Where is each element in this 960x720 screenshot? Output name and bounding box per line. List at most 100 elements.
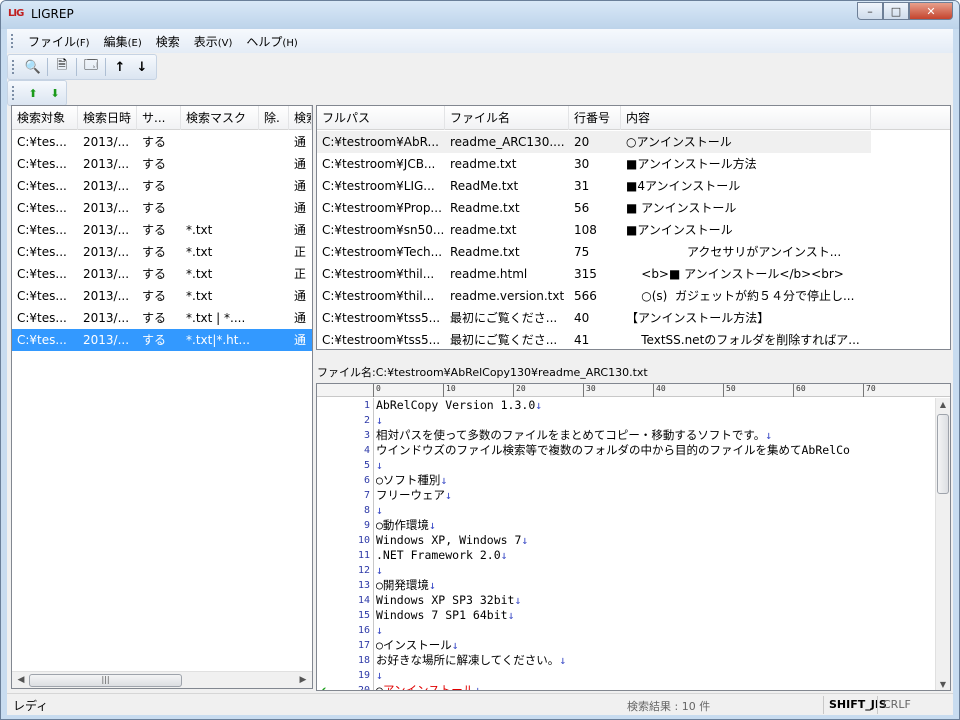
encoding-indicator[interactable]: SHIFT_JIS — [829, 698, 887, 711]
title-bar[interactable]: LIG LIGREP – □ ✕ — [1, 1, 959, 29]
menu-file[interactable]: ファイル(F) — [21, 33, 97, 50]
scroll-thumb[interactable]: ||| — [29, 674, 182, 687]
line-break-icon: ↓ — [445, 488, 452, 502]
text-line[interactable]: ↓ — [374, 413, 936, 428]
close-button[interactable]: ✕ — [909, 2, 953, 20]
settings-button[interactable]: 🗔 — [80, 57, 102, 77]
scroll-left-icon[interactable]: ◀ — [14, 674, 28, 687]
text-line[interactable]: フリーウェア↓ — [374, 488, 936, 503]
next-result-button[interactable]: ⬇ — [44, 83, 66, 103]
text-line[interactable]: ○動作環境↓ — [374, 518, 936, 533]
editor-vertical-scrollbar[interactable]: ▲ ▼ — [935, 398, 950, 690]
menu-search[interactable]: 検索 — [149, 33, 187, 50]
menu-view[interactable]: 表示(V) — [187, 33, 240, 50]
toolbar-grip-icon[interactable] — [12, 60, 16, 74]
text-line[interactable]: お好きな場所に解凍してください。↓ — [374, 653, 936, 668]
text-line[interactable]: ○インストール↓ — [374, 638, 936, 653]
line-ending-indicator[interactable]: CRLF — [883, 698, 911, 711]
history-row[interactable]: C:¥tes... 2013/... する *.txt 通 — [12, 219, 312, 241]
history-row[interactable]: C:¥tes... 2013/... する 通 — [12, 153, 312, 175]
column-header-line[interactable]: 行番号 — [569, 106, 621, 130]
result-row[interactable]: C:¥testroom¥thil... readme.version.txt 566… — [317, 285, 871, 307]
result-cell: ○アンインストール — [626, 135, 732, 149]
menu-edit[interactable]: 編集(E) — [97, 33, 149, 50]
scroll-thumb[interactable] — [937, 414, 949, 494]
prev-result-button[interactable]: ⬆ — [22, 83, 44, 103]
column-header-subfolder[interactable]: サ... — [137, 106, 181, 130]
result-row[interactable]: C:¥testroom¥Prop... Readme.txt 56 ■ アンインストー… — [317, 197, 871, 219]
file-preview-editor[interactable]: 0 10 20 30 40 50 60 70 1 2 3 4 5 6 7 8 9 10 11 12 13… — [316, 383, 951, 691]
text-line[interactable]: ↓ — [374, 668, 936, 683]
column-header-exclude[interactable]: 除. — [259, 106, 289, 130]
result-row[interactable]: C:¥testroom¥Tech... Readme.txt 75 アクセサリがアン… — [317, 241, 871, 263]
history-horizontal-scrollbar[interactable]: ◀ ||| ▶ — [12, 671, 312, 688]
result-cell: ReadMe.txt — [450, 179, 519, 193]
history-row[interactable]: C:¥tes... 2013/... する 通 — [12, 131, 312, 153]
text-line[interactable]: ○開発環境↓ — [374, 578, 936, 593]
text-line[interactable]: .NET Framework 2.0↓ — [374, 548, 936, 563]
result-cell: 31 — [574, 179, 590, 193]
line-number: 18 — [317, 653, 373, 668]
text-line[interactable]: ○アンインストール↓ — [374, 683, 936, 690]
text-line[interactable]: ↓ — [374, 563, 936, 578]
history-cell: *.txt | *.... — [186, 311, 246, 325]
maximize-button[interactable]: □ — [883, 2, 909, 20]
history-row[interactable]: C:¥tes... 2013/... する *.txt 正 — [12, 241, 312, 263]
column-header-target[interactable]: 検索対象 — [12, 106, 78, 130]
text-line[interactable]: ↓ — [374, 503, 936, 518]
scroll-up-icon[interactable]: ▲ — [936, 398, 950, 412]
result-row[interactable]: C:¥testroom¥LIG... ReadMe.txt 31 ■4アンインストール — [317, 175, 871, 197]
line-number: 17 — [317, 638, 373, 653]
text-line[interactable]: Windows 7 SP1 64bit↓ — [374, 608, 936, 623]
history-row[interactable]: C:¥tes... 2013/... する *.txt 正 — [12, 263, 312, 285]
text-line[interactable]: ↓ — [374, 623, 936, 638]
menu-help[interactable]: ヘルプ(H) — [239, 33, 304, 50]
scroll-right-icon[interactable]: ▶ — [296, 674, 310, 687]
history-row[interactable]: C:¥tes... 2013/... する *.txt | *.... 通 — [12, 307, 312, 329]
column-header-content[interactable]: 内容 — [621, 106, 871, 130]
column-header-mask[interactable]: 検索マスク — [181, 106, 259, 130]
preview-button[interactable]: 🗎 — [51, 57, 73, 77]
text-line[interactable]: ↓ — [374, 458, 936, 473]
result-row[interactable]: C:¥testroom¥AbR... readme_ARC130.... 20 ○アン… — [317, 131, 871, 153]
column-header-datetime[interactable]: 検索日時 — [78, 106, 137, 130]
line-number: 10 — [317, 533, 373, 548]
line-number-text: 4 — [363, 445, 370, 456]
text-line[interactable]: Windows XP SP3 32bit↓ — [374, 593, 936, 608]
text-line[interactable]: ○ソフト種別↓ — [374, 473, 936, 488]
menu-grip-icon[interactable] — [11, 34, 15, 48]
move-down-button[interactable]: ↓ — [131, 57, 153, 77]
history-row[interactable]: C:¥tes... 2013/... する 通 — [12, 175, 312, 197]
results-header: フルパス ファイル名 行番号 内容 — [317, 106, 950, 130]
move-up-button[interactable]: ↑ — [109, 57, 131, 77]
result-row[interactable]: C:¥testroom¥thil... readme.html 315 <b>■ ア… — [317, 263, 871, 285]
history-row[interactable]: C:¥tes... 2013/... する *.txt 通 — [12, 285, 312, 307]
window-controls: – □ ✕ — [857, 2, 953, 21]
text-content[interactable]: AbRelCopy Version 1.3.0↓ ↓ 相対パスを使って多数のファイル… — [373, 398, 936, 690]
history-cell: C:¥tes... — [17, 135, 67, 149]
line-number: 1 — [317, 398, 373, 413]
search-button[interactable]: 🔍 — [22, 57, 44, 77]
history-cell: 通 — [294, 135, 307, 149]
result-row[interactable]: C:¥testroom¥sn50... readme.txt 108 ■アンインストー… — [317, 219, 871, 241]
text-line[interactable]: ウインドウズのファイル検索等で複数のフォルダの中から目的のファイルを集めてAbR… — [374, 443, 936, 458]
column-header-mode[interactable]: 検索 — [289, 106, 312, 130]
search-results-list[interactable]: フルパス ファイル名 行番号 内容 C:¥testroom¥AbR... read… — [316, 105, 951, 350]
search-history-list[interactable]: 検索対象 検索日時 サ... 検索マスク 除. 検索 C:¥tes... 2013… — [11, 105, 313, 689]
result-row[interactable]: C:¥testroom¥JCB... readme.txt 30 ■アンインストール方… — [317, 153, 871, 175]
column-header-fullpath[interactable]: フルパス — [317, 106, 445, 130]
text-line[interactable]: Windows XP, Windows 7↓ — [374, 533, 936, 548]
text-line[interactable]: 相対パスを使って多数のファイルをまとめてコピー・移動するソフトです。↓ — [374, 428, 936, 443]
scroll-down-icon[interactable]: ▼ — [936, 678, 950, 690]
result-row[interactable]: C:¥testroom¥tss5... 最初にご覧くださ... 41 TextSS.… — [317, 329, 871, 349]
ruler-tick: 50 — [723, 384, 736, 397]
text-line[interactable]: AbRelCopy Version 1.3.0↓ — [374, 398, 936, 413]
column-header-filename[interactable]: ファイル名 — [445, 106, 569, 130]
history-row[interactable]: C:¥tes... 2013/... する 通 — [12, 197, 312, 219]
status-bar: レディ 検索結果 : 10 件 SHIFT_JIS CRLF — [7, 693, 953, 715]
result-row[interactable]: C:¥testroom¥tss5... 最初にご覧くださ... 40 【アンインストー… — [317, 307, 871, 329]
match-check-icon: ✔ — [319, 683, 327, 691]
history-row[interactable]: C:¥tes... 2013/... する *.txt|*.ht... 通 — [12, 329, 312, 351]
toolbar-grip-icon[interactable] — [12, 86, 16, 100]
minimize-button[interactable]: – — [857, 2, 883, 20]
